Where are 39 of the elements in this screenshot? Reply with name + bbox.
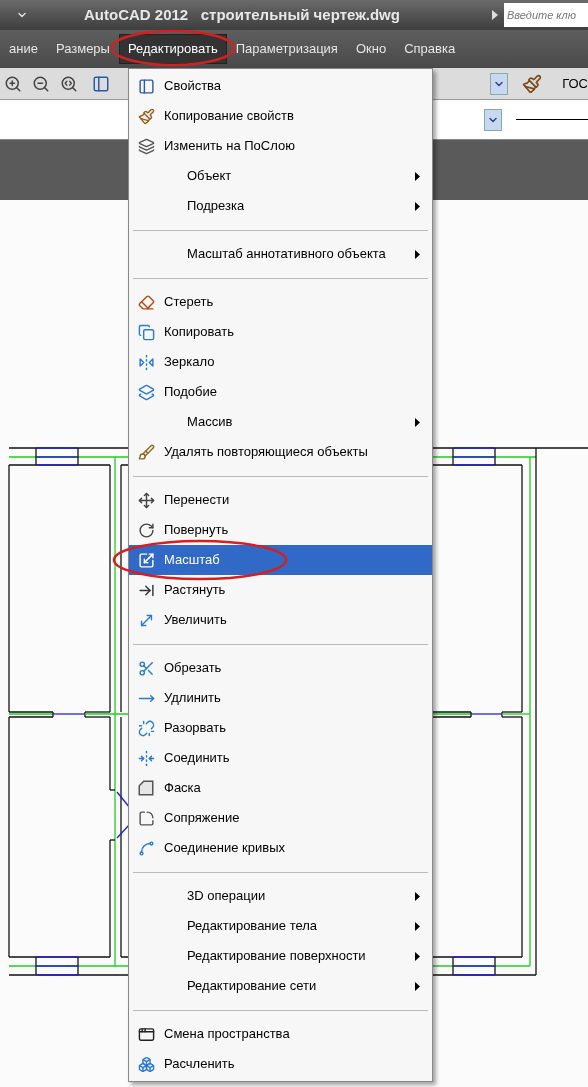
menu-item[interactable]: Размеры xyxy=(46,34,119,64)
menu-item[interactable]: ание xyxy=(0,34,47,64)
menu-entry[interactable]: Объект xyxy=(129,161,432,191)
menu-entry[interactable]: Копирование свойств xyxy=(129,101,432,131)
menu-entry[interactable]: Масштаб xyxy=(129,545,432,575)
window-title: AutoCAD 2012 строительный чертеж.dwg xyxy=(84,4,400,25)
menu-entry[interactable]: Стереть xyxy=(129,287,432,317)
menu-entry[interactable]: Редактирование сети xyxy=(129,971,432,1001)
menu-entry[interactable]: Массив xyxy=(129,407,432,437)
menu-entry[interactable]: Редактирование поверхности xyxy=(129,941,432,971)
menu-entry[interactable]: Расчленить xyxy=(129,1049,432,1079)
menu-entry[interactable]: Подрезка xyxy=(129,191,432,221)
menu-entry[interactable]: Удлинить xyxy=(129,683,432,713)
menu-item[interactable]: Редактировать xyxy=(118,34,227,64)
menu-entry[interactable]: Обрезать xyxy=(129,653,432,683)
menu-item[interactable]: Справка xyxy=(395,34,465,64)
menu-entry[interactable]: Масштаб аннотативного объекта xyxy=(129,239,432,269)
menu-entry[interactable]: Свойства xyxy=(129,71,432,101)
menu-item[interactable]: Окно xyxy=(346,34,396,64)
menu-entry[interactable]: Фаска xyxy=(129,773,432,803)
menu-entry[interactable]: Перенести xyxy=(129,485,432,515)
style-value: ГОС xyxy=(562,74,588,93)
menu-entry[interactable]: Соединить xyxy=(129,743,432,773)
menu-entry[interactable]: Соединение кривых xyxy=(129,833,432,863)
menu-entry[interactable]: Редактирование тела xyxy=(129,911,432,941)
menu-entry[interactable]: Изменить на ПоСлою xyxy=(129,131,432,161)
menu-entry[interactable]: Смена пространства xyxy=(129,1019,432,1049)
menu-entry[interactable]: Увеличить xyxy=(129,605,432,635)
menu-entry[interactable]: Копировать xyxy=(129,317,432,347)
menu-entry[interactable]: Растянуть xyxy=(129,575,432,605)
menu-entry[interactable]: Удалять повторяющиеся объекты xyxy=(129,437,432,467)
search-field[interactable]: Введите клю xyxy=(504,3,588,27)
menu-entry[interactable]: Сопряжение xyxy=(129,803,432,833)
menu-entry[interactable]: Разорвать xyxy=(129,713,432,743)
menu-entry[interactable]: Повернуть xyxy=(129,515,432,545)
menu-entry[interactable]: Зеркало xyxy=(129,347,432,377)
menu-entry[interactable]: Подобие xyxy=(129,377,432,407)
menu-item[interactable]: Параметризация xyxy=(226,34,347,64)
menu-entry[interactable]: 3D операции xyxy=(129,881,432,911)
